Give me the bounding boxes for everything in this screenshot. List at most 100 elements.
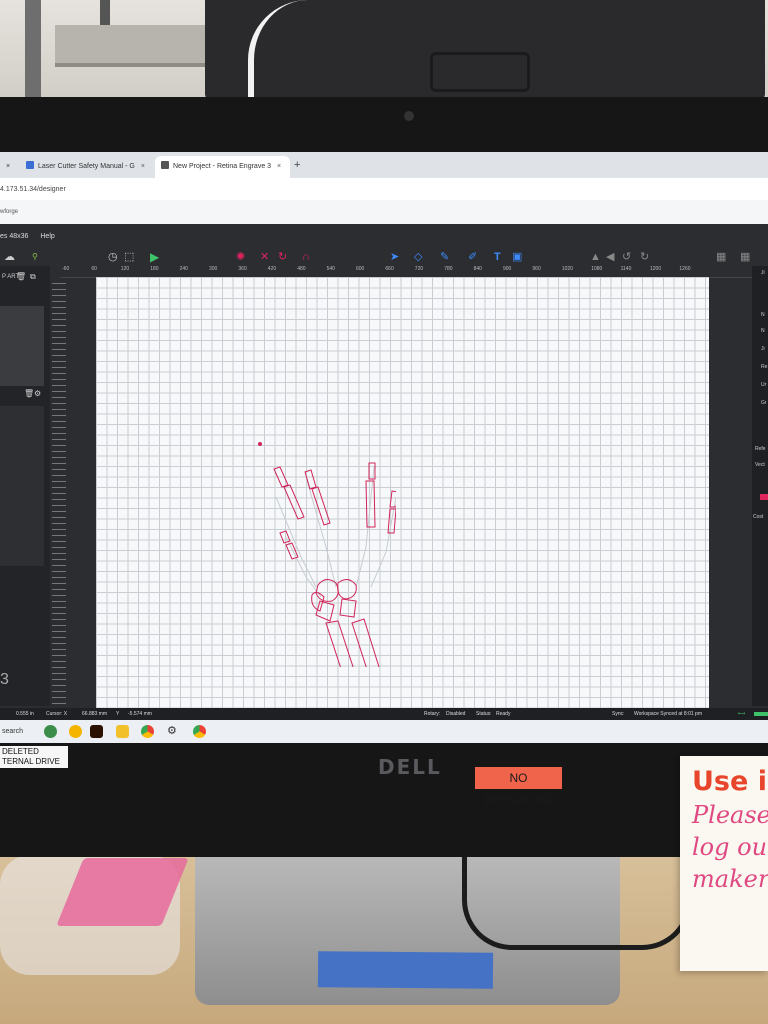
thumbnail-list[interactable] xyxy=(0,306,44,386)
tab-close-icon[interactable]: × xyxy=(141,163,145,170)
illustrator-icon[interactable] xyxy=(90,725,103,738)
note-line: Please xyxy=(692,801,768,829)
left-panel: P ART 🗑 ⧉ 🗑 ⚙ 3 xyxy=(0,266,50,706)
ruler-tick-label: 180 xyxy=(150,266,159,272)
color-swatch[interactable] xyxy=(760,494,768,500)
back-icon[interactable]: ◀ xyxy=(606,248,614,266)
right-panel: Ji N N Ji Re Ur Gr Refe Vect Cost xyxy=(752,266,768,706)
trash-icon[interactable]: 🗑 xyxy=(16,272,26,281)
folder-icon[interactable] xyxy=(116,725,129,738)
file-list[interactable] xyxy=(0,406,44,566)
note-line: Use in xyxy=(692,766,768,797)
panel-number: 3 xyxy=(0,671,9,688)
vertical-ruler xyxy=(52,278,66,708)
origin-dot xyxy=(258,442,262,446)
magnet-icon[interactable]: ∩ xyxy=(302,248,310,266)
ruler-tick-label: 1260 xyxy=(679,266,691,272)
ghost-outline xyxy=(275,466,396,598)
search-box[interactable]: search xyxy=(0,720,23,743)
redo-icon[interactable]: ↻ xyxy=(640,248,649,266)
expand-arrows-icon[interactable]: ⟷ xyxy=(738,708,745,720)
tab-new-project[interactable]: New Project - Retina Engrave 3 × xyxy=(155,156,290,178)
right-panel-item[interactable]: N xyxy=(761,328,765,334)
ruler-tick-label: 120 xyxy=(120,266,130,272)
select-box-icon[interactable]: ⬚ xyxy=(124,248,134,266)
sticky-note: Use in Please log ou maker xyxy=(680,756,768,971)
settings-icon[interactable]: ▦ xyxy=(740,248,750,266)
bookmarks-bar: wforge xyxy=(0,200,768,224)
new-tab-button[interactable]: + xyxy=(294,159,300,171)
copy-icon[interactable]: ⧉ xyxy=(30,272,36,282)
address-bar[interactable]: 4.173.51.34/designer xyxy=(0,178,768,200)
tab-label: Laser Cutter Safety Manual - G xyxy=(38,163,135,170)
pen-icon[interactable]: ✎ xyxy=(440,248,449,266)
right-panel-item[interactable]: Refe xyxy=(755,446,766,452)
tab-close-icon[interactable]: × xyxy=(277,163,281,170)
globe-icon[interactable] xyxy=(44,725,57,738)
black-cable xyxy=(462,855,692,950)
webcam xyxy=(404,111,414,121)
rotate-icon[interactable]: ↻ xyxy=(278,248,287,266)
weather-icon[interactable] xyxy=(69,725,82,738)
right-panel-item[interactable]: Ur xyxy=(761,382,766,388)
undo-icon[interactable]: ↺ xyxy=(622,248,631,266)
cursor-y-value: -5.574 mm xyxy=(128,711,152,717)
right-panel-item: Cost xyxy=(753,514,764,520)
status-bar: 0.555 in Cursor: X 66.883 mm Y -5.574 mm… xyxy=(0,708,768,720)
cloud-icon[interactable]: ☁ xyxy=(4,248,15,266)
rotary-label: Rotary: xyxy=(424,711,441,717)
image-icon[interactable]: ▣ xyxy=(512,248,522,266)
right-panel-item[interactable]: Vect xyxy=(755,462,765,468)
ruler-tick-label: 660 xyxy=(385,266,394,272)
right-panel-item[interactable]: Ji xyxy=(761,270,765,276)
menu-help[interactable]: Help xyxy=(40,233,54,240)
right-panel-item[interactable]: N xyxy=(761,312,765,318)
tab-hidden[interactable]: × xyxy=(0,156,18,178)
hand-skeleton-design[interactable] xyxy=(246,437,396,667)
right-panel-item[interactable]: Gr xyxy=(761,400,767,406)
battery-icon xyxy=(754,712,768,716)
monitor-port xyxy=(430,52,530,92)
wall-post xyxy=(25,0,41,110)
ruler-tick-label: 1140 xyxy=(620,266,632,272)
cursor-icon[interactable]: ➤ xyxy=(390,248,399,266)
ruler-tick-label: 540 xyxy=(326,266,335,272)
warning-icon[interactable]: ▲ xyxy=(590,248,601,266)
ruler-tick-label: 900 xyxy=(503,266,512,272)
chrome-icon[interactable] xyxy=(193,725,206,738)
settings-icon[interactable]: ⚙ xyxy=(34,389,41,398)
ruler-tick-label: 1020 xyxy=(561,266,573,272)
gear-icon[interactable]: ⚙ xyxy=(167,725,180,738)
url-text[interactable]: 4.173.51.34/designer xyxy=(0,186,66,193)
app-toolbar: ☁ ⚲ ◷ ⬚ ▶ ✺ ✕ ↻ ∩ ➤ ◇ ✎ ✐ T ▣ ▲ ◀ ↺ ↻ ▦ … xyxy=(0,248,768,266)
sync-value: Workspace Synced at 8:01 pm xyxy=(634,711,702,717)
browser-tab-bar: × Laser Cutter Safety Manual - G × New Pr… xyxy=(0,152,768,178)
right-panel-item[interactable]: Re xyxy=(761,364,767,370)
status-value: Ready xyxy=(496,711,511,717)
bookmark-item[interactable]: wforge xyxy=(0,209,18,215)
ruler-tick-label: 840 xyxy=(473,266,482,272)
pencil-icon[interactable]: ✐ xyxy=(468,248,477,266)
person-icon[interactable]: ⚲ xyxy=(32,248,38,266)
ruler-tick-label: 780 xyxy=(444,266,453,272)
history-icon[interactable]: ◷ xyxy=(108,248,118,266)
ruler-tick-label: 360 xyxy=(238,266,247,272)
trash-icon[interactable]: 🗑 xyxy=(24,389,34,398)
tab-safety-manual[interactable]: Laser Cutter Safety Manual - G × xyxy=(20,156,152,178)
design-canvas[interactable] xyxy=(96,277,709,709)
windows-taskbar: search ⚙ xyxy=(0,720,768,743)
layers-icon[interactable]: ▦ xyxy=(716,248,726,266)
tab-close-icon[interactable]: × xyxy=(6,163,10,170)
shapes-icon[interactable]: ◇ xyxy=(414,248,422,266)
expand-icon[interactable]: ✕ xyxy=(260,248,269,266)
chrome-icon[interactable] xyxy=(141,725,154,738)
no-password-label: NO PASSWORD xyxy=(475,767,562,807)
cursor-y-label: Y xyxy=(116,711,120,717)
drive-label-line2: TERNAL DRIVE xyxy=(2,757,60,766)
ruler-tick-label: 720 xyxy=(414,266,424,272)
menu-material-size[interactable]: es 48x36 xyxy=(0,233,28,240)
play-icon[interactable]: ▶ xyxy=(150,248,159,266)
text-icon[interactable]: T xyxy=(494,248,501,266)
laser-icon[interactable]: ✺ xyxy=(236,248,245,266)
right-panel-item[interactable]: Ji xyxy=(761,346,765,352)
